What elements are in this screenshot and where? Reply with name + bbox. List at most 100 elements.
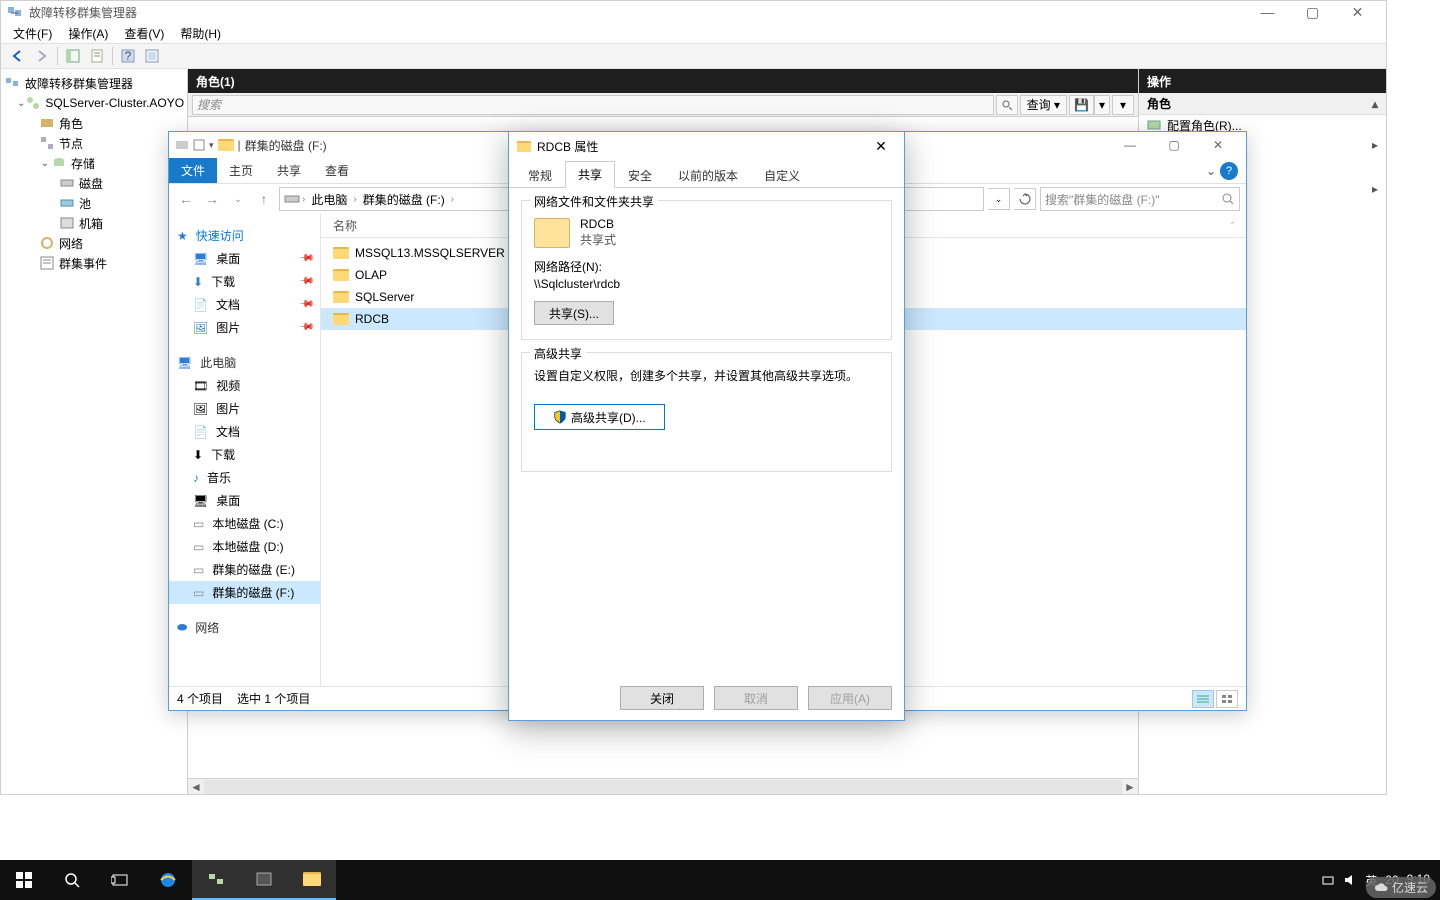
cancel-button[interactable]: 取消 [714,686,798,710]
save-button[interactable]: 💾 [1069,95,1094,115]
apply-button[interactable]: 应用(A) [808,686,892,710]
tree-storage[interactable]: ⌄ 存储 [1,153,187,173]
save-dropdown[interactable]: ▾ [1094,95,1110,115]
nav-desktop[interactable]: 🖥桌面📌 [169,247,320,270]
minimize-button[interactable]: ― [1245,1,1290,23]
view-details-button[interactable] [1192,690,1214,708]
tree-disks[interactable]: 磁盘 [1,173,187,193]
advanced-share-button[interactable]: 高级共享(D)... [534,404,665,430]
nav-recent[interactable]: ⌄ [227,188,249,210]
crumb-drive[interactable]: 群集的磁盘 (F:) [359,191,449,208]
search-taskbar[interactable] [48,860,96,900]
server-manager-taskbar[interactable] [240,860,288,900]
nav-pictures[interactable]: 🖼图片📌 [169,316,320,339]
tree-nodes[interactable]: 节点 [1,133,187,153]
nav-drive-d[interactable]: ▭本地磁盘 (D:) [169,535,320,558]
scroll-left-icon[interactable]: ◄ [188,779,204,795]
expand-toggle-icon[interactable]: ⌄ [17,98,25,109]
nav-downloads2[interactable]: ⬇下载 [169,443,320,466]
start-button[interactable] [0,860,48,900]
explorer-taskbar[interactable] [288,860,336,900]
close-button[interactable]: ✕ [1335,1,1380,23]
nav-desktop2[interactable]: 🖥桌面 [169,489,320,512]
tray-network-icon[interactable] [1321,873,1335,887]
back-button[interactable] [7,45,29,67]
props-title-bar[interactable]: RDCB 属性 ✕ [509,132,904,160]
nav-drive-c[interactable]: ▭本地磁盘 (C:) [169,512,320,535]
scroll-right-icon[interactable]: ► [1122,779,1138,795]
props-close-button[interactable]: ✕ [866,132,896,160]
refresh-button[interactable] [1014,188,1036,210]
nav-up[interactable]: ↑ [253,188,275,210]
nav-back[interactable]: ← [175,188,197,210]
ribbon-expand-icon[interactable]: ⌄ [1206,164,1216,178]
nav-drive-e[interactable]: ▭群集的磁盘 (E:) [169,558,320,581]
nav-music[interactable]: ♪音乐 [169,466,320,489]
tree-cluster[interactable]: ⌄ SQLServer-Cluster.AOYO [1,93,187,113]
nav-forward[interactable]: → [201,188,223,210]
collapse-icon[interactable]: ▴ [1372,97,1378,111]
close-button[interactable]: 关闭 [620,686,704,710]
tree-pools[interactable]: 池 [1,193,187,213]
tree-networks-label: 网络 [59,235,83,252]
address-dropdown[interactable]: ⌄ [988,188,1010,210]
menu-file[interactable]: 文件(F) [7,23,58,44]
crumb-thispc[interactable]: 此电脑 [307,191,351,208]
ie-taskbar[interactable] [144,860,192,900]
tree-enclosures[interactable]: 机箱 [1,213,187,233]
explorer-minimize[interactable]: ― [1108,132,1152,158]
menu-view[interactable]: 查看(V) [118,23,170,44]
task-view[interactable] [96,860,144,900]
tab-customize[interactable]: 自定义 [751,162,813,188]
scroll-track[interactable] [204,780,1122,794]
tray-volume-icon[interactable] [1343,873,1357,887]
expand-toggle-icon[interactable]: ⌄ [39,158,51,169]
quick-access-header[interactable]: ★ 快速访问 [169,224,320,247]
options-button[interactable]: ▾ [1112,95,1134,115]
network-header[interactable]: ⬬ 网络 [169,616,320,639]
search-go-button[interactable] [996,95,1018,115]
folder-icon [333,269,349,281]
ribbon-file[interactable]: 文件 [169,158,217,183]
ribbon-home[interactable]: 主页 [217,158,265,183]
explorer-search[interactable]: 搜索"群集的磁盘 (F:)" [1040,187,1240,211]
mmc-taskbar[interactable] [192,860,240,900]
tab-general[interactable]: 常规 [515,162,565,188]
help-icon[interactable]: ? [1220,162,1238,180]
explorer-maximize[interactable]: ▢ [1152,132,1196,158]
view-icons-button[interactable] [1216,690,1238,708]
help-button[interactable]: ? [117,45,139,67]
share-button[interactable]: 共享(S)... [534,301,614,325]
explorer-close[interactable]: ✕ [1196,132,1240,158]
maximize-button[interactable]: ▢ [1290,1,1335,23]
tab-security[interactable]: 安全 [615,162,665,188]
horizontal-scrollbar[interactable]: ◄ ► [188,778,1138,794]
forward-button[interactable] [31,45,53,67]
nav-drive-f[interactable]: ▭群集的磁盘 (F:) [169,581,320,604]
qat-button[interactable] [193,138,205,152]
nav-documents[interactable]: 📄文档📌 [169,293,320,316]
details-search[interactable]: 搜索 [192,95,994,115]
nav-documents2[interactable]: 📄文档 [169,420,320,443]
tree-events[interactable]: 群集事件 [1,253,187,273]
tree-root[interactable]: 故障转移群集管理器 [1,73,187,93]
refresh-button[interactable] [141,45,163,67]
tab-sharing[interactable]: 共享 [565,161,615,188]
nav-pictures2[interactable]: 🖼图片 [169,397,320,420]
nav-videos[interactable]: 🎞视频 [169,374,320,397]
query-button[interactable]: 查询 ▾ [1020,95,1067,115]
tree-pools-label: 池 [79,195,91,212]
tree-roles[interactable]: 角色 [1,113,187,133]
ribbon-share[interactable]: 共享 [265,158,313,183]
nav-downloads[interactable]: ⬇下载📌 [169,270,320,293]
this-pc-header[interactable]: 🖥 此电脑 [169,351,320,374]
menu-action[interactable]: 操作(A) [62,23,114,44]
tree-networks[interactable]: 网络 [1,233,187,253]
tab-previous-versions[interactable]: 以前的版本 [665,162,751,188]
properties-button[interactable] [86,45,108,67]
ribbon-view[interactable]: 查看 [313,158,361,183]
qat-dropdown-icon[interactable]: ▾ [209,140,214,151]
menu-help[interactable]: 帮助(H) [174,23,227,44]
show-hide-tree-button[interactable] [62,45,84,67]
network-path-label: 网络路径(N): [534,258,879,275]
